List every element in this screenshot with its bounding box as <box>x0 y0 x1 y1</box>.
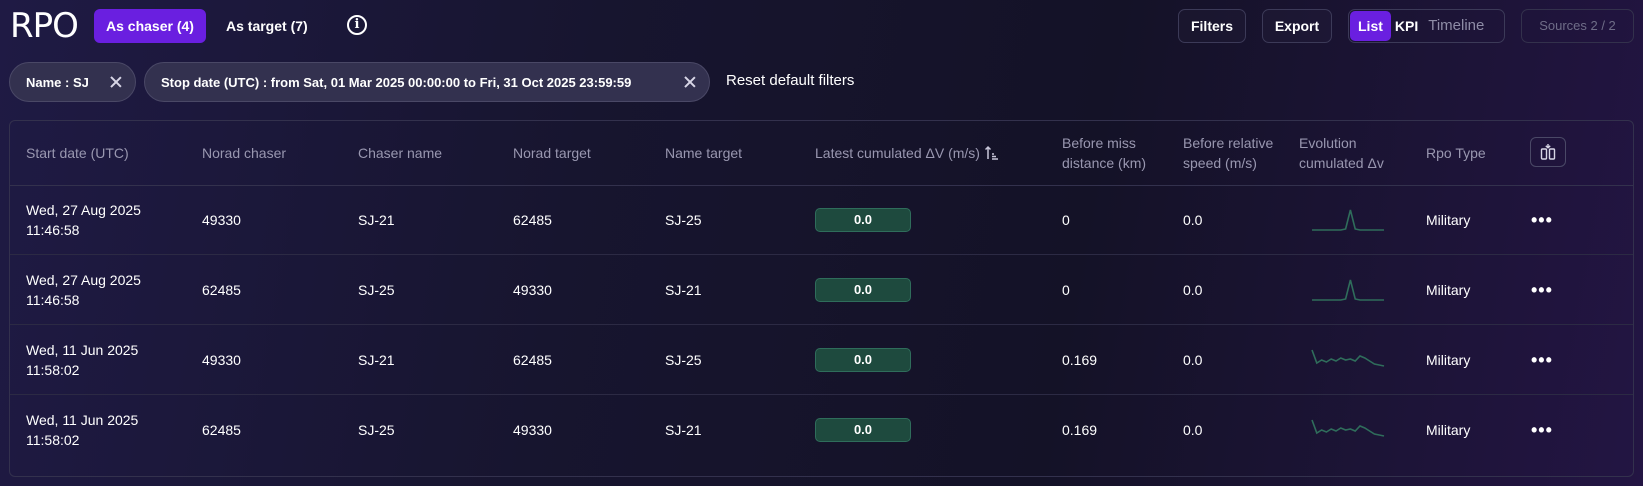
columns-icon[interactable] <box>1530 137 1566 167</box>
col-header-label: Latest cumulated ΔV (m/s) <box>815 145 980 161</box>
cell-norad-chaser: 62485 <box>202 422 241 438</box>
close-icon[interactable] <box>683 75 697 89</box>
table-row[interactable]: Wed, 27 Aug 2025 11:46:58 62485 SJ-25 49… <box>10 255 1633 325</box>
view-timeline[interactable]: Timeline <box>1422 11 1488 41</box>
export-button[interactable]: Export <box>1262 9 1332 43</box>
cell-chaser-name: SJ-21 <box>358 352 395 368</box>
filters-button[interactable]: Filters <box>1178 9 1246 43</box>
evolution-sparkline <box>1312 209 1384 231</box>
col-header-rpo-type[interactable]: Rpo Type <box>1426 121 1486 185</box>
tab-as-chaser[interactable]: As chaser (4) <box>94 9 206 43</box>
cell-relative-speed: 0.0 <box>1183 352 1203 368</box>
app-logo: RPO <box>10 6 79 46</box>
close-icon[interactable] <box>109 75 123 89</box>
cell-evolution-dv <box>1308 185 1390 255</box>
view-list[interactable]: List <box>1350 11 1391 41</box>
cell-evolution-dv <box>1308 325 1390 395</box>
reset-filters-link[interactable]: Reset default filters <box>726 72 854 89</box>
dv-badge: 0.0 <box>815 278 911 302</box>
cell-chaser-name: SJ-25 <box>358 422 395 438</box>
cell-relative-speed: 0.0 <box>1183 422 1203 438</box>
col-header-evolution-dv[interactable]: Evolution cumulated Δv <box>1299 121 1399 185</box>
cell-norad-target: 62485 <box>513 212 552 228</box>
cell-norad-target: 62485 <box>513 352 552 368</box>
view-kpi[interactable]: KPI <box>1391 11 1422 41</box>
dv-badge: 0.0 <box>815 208 911 232</box>
col-header-norad-target[interactable]: Norad target <box>513 121 591 185</box>
cell-norad-target: 49330 <box>513 282 552 298</box>
col-header-norad-chaser[interactable]: Norad chaser <box>202 121 286 185</box>
view-switcher: List KPI Timeline <box>1348 9 1505 43</box>
rpo-table: Start date (UTC) Norad chaser Chaser nam… <box>9 120 1634 477</box>
cell-relative-speed: 0.0 <box>1183 282 1203 298</box>
tab-as-target[interactable]: As target (7) <box>214 9 320 43</box>
cell-relative-speed: 0.0 <box>1183 212 1203 228</box>
evolution-sparkline <box>1311 419 1385 437</box>
col-header-miss-distance[interactable]: Before miss distance (km) <box>1062 121 1162 185</box>
cell-latest-dv: 0.0 <box>815 395 911 465</box>
sources-button[interactable]: Sources 2 / 2 <box>1521 9 1634 43</box>
top-bar: RPO As chaser (4) As target (7) i Filter… <box>0 0 1643 52</box>
cell-start-date: Wed, 27 Aug 2025 11:46:58 <box>26 202 141 238</box>
cell-latest-dv: 0.0 <box>815 325 911 395</box>
cell-start-date: Wed, 27 Aug 2025 11:46:58 <box>26 272 141 308</box>
cell-start-date: Wed, 11 Jun 2025 11:58:02 <box>26 342 139 378</box>
sparkline-line <box>1312 209 1384 231</box>
dv-badge: 0.0 <box>815 418 911 442</box>
evolution-sparkline <box>1311 349 1385 367</box>
sparkline-line <box>1311 419 1385 437</box>
info-icon[interactable]: i <box>347 15 367 35</box>
filter-chip-label: Stop date (UTC) : from Sat, 01 Mar 2025 … <box>161 74 632 90</box>
sparkline-line <box>1311 349 1385 367</box>
cell-rpo-type: Military <box>1426 422 1471 438</box>
sparkline-line <box>1312 279 1384 301</box>
cell-miss-distance: 0 <box>1062 282 1070 298</box>
cell-name-target: SJ-21 <box>665 282 702 298</box>
cell-name-target: SJ-21 <box>665 422 702 438</box>
more-horizontal-icon[interactable]: ••• <box>1531 325 1553 395</box>
evolution-sparkline <box>1312 279 1384 301</box>
cell-evolution-dv <box>1308 395 1390 465</box>
col-header-latest-dv[interactable]: Latest cumulated ΔV (m/s) <box>815 121 999 185</box>
sort-ascending-icon[interactable] <box>984 145 999 161</box>
cell-miss-distance: 0.169 <box>1062 422 1098 438</box>
cell-chaser-name: SJ-25 <box>358 282 395 298</box>
table-header: Start date (UTC) Norad chaser Chaser nam… <box>10 121 1633 186</box>
more-horizontal-icon[interactable]: ••• <box>1531 255 1553 325</box>
col-header-chaser-name[interactable]: Chaser name <box>358 121 442 185</box>
cell-norad-chaser: 49330 <box>202 352 241 368</box>
table-row[interactable]: Wed, 11 Jun 2025 11:58:02 49330 SJ-21 62… <box>10 325 1633 395</box>
cell-rpo-type: Military <box>1426 352 1471 368</box>
table-row[interactable]: Wed, 27 Aug 2025 11:46:58 49330 SJ-21 62… <box>10 185 1633 255</box>
dv-badge: 0.0 <box>815 348 911 372</box>
cell-norad-chaser: 49330 <box>202 212 241 228</box>
cell-name-target: SJ-25 <box>665 212 702 228</box>
filter-chip-stop-date: Stop date (UTC) : from Sat, 01 Mar 2025 … <box>144 62 710 102</box>
cell-norad-target: 49330 <box>513 422 552 438</box>
filter-chip-label: Name : SJ <box>26 74 89 90</box>
col-header-name-target[interactable]: Name target <box>665 121 742 185</box>
table-row[interactable]: Wed, 11 Jun 2025 11:58:02 62485 SJ-25 49… <box>10 395 1633 465</box>
cell-miss-distance: 0.169 <box>1062 352 1098 368</box>
cell-miss-distance: 0 <box>1062 212 1070 228</box>
cell-norad-chaser: 62485 <box>202 282 241 298</box>
cell-latest-dv: 0.0 <box>815 185 911 255</box>
cell-chaser-name: SJ-21 <box>358 212 395 228</box>
col-header-relative-speed[interactable]: Before relative speed (m/s) <box>1183 121 1279 185</box>
cell-latest-dv: 0.0 <box>815 255 911 325</box>
cell-name-target: SJ-25 <box>665 352 702 368</box>
filter-chip-name: Name : SJ <box>9 62 136 102</box>
cell-rpo-type: Military <box>1426 282 1471 298</box>
cell-start-date: Wed, 11 Jun 2025 11:58:02 <box>26 412 139 448</box>
col-header-start-date[interactable]: Start date (UTC) <box>26 121 129 185</box>
more-horizontal-icon[interactable]: ••• <box>1531 395 1553 465</box>
cell-evolution-dv <box>1308 255 1390 325</box>
cell-rpo-type: Military <box>1426 212 1471 228</box>
more-horizontal-icon[interactable]: ••• <box>1531 185 1553 255</box>
